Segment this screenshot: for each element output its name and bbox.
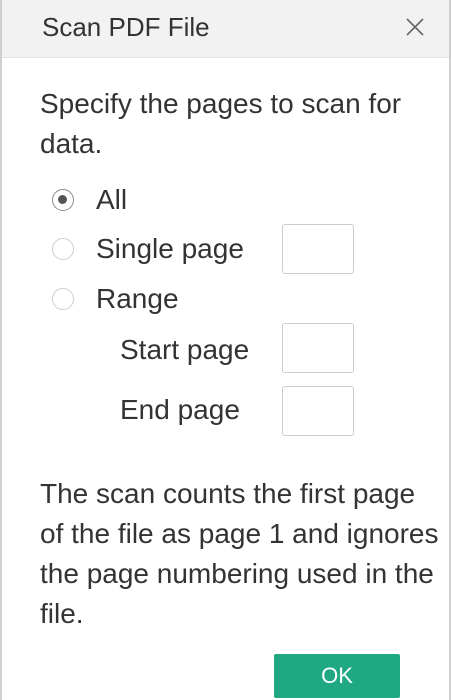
title-bar: Scan PDF File xyxy=(2,0,449,58)
end-page-input[interactable] xyxy=(282,386,354,436)
radio-all-label: All xyxy=(96,184,128,215)
start-page-label: Start page xyxy=(120,334,250,365)
radio-range-label: Range xyxy=(96,283,179,314)
instructions-text: Specify the pages to scan for data. xyxy=(40,88,402,159)
start-page-input[interactable] xyxy=(282,323,354,373)
scan-pdf-dialog: Scan PDF File Specify the pages to scan … xyxy=(0,0,451,700)
radio-single-page-indicator[interactable] xyxy=(52,238,74,260)
radio-single-page-label: Single page xyxy=(96,233,244,264)
close-button[interactable] xyxy=(395,7,435,47)
page-numbering-note: The scan counts the first page of the fi… xyxy=(40,478,439,629)
radio-all[interactable]: All xyxy=(52,180,127,220)
single-page-input[interactable] xyxy=(282,224,354,274)
radio-single-page[interactable]: Single page xyxy=(52,229,244,269)
radio-range[interactable]: Range xyxy=(52,279,179,319)
ok-button[interactable]: OK xyxy=(274,654,400,698)
radio-range-indicator[interactable] xyxy=(52,288,74,310)
close-icon xyxy=(406,18,424,36)
radio-all-indicator[interactable] xyxy=(52,189,74,211)
dialog-title: Scan PDF File xyxy=(42,12,210,42)
end-page-label: End page xyxy=(120,394,240,425)
